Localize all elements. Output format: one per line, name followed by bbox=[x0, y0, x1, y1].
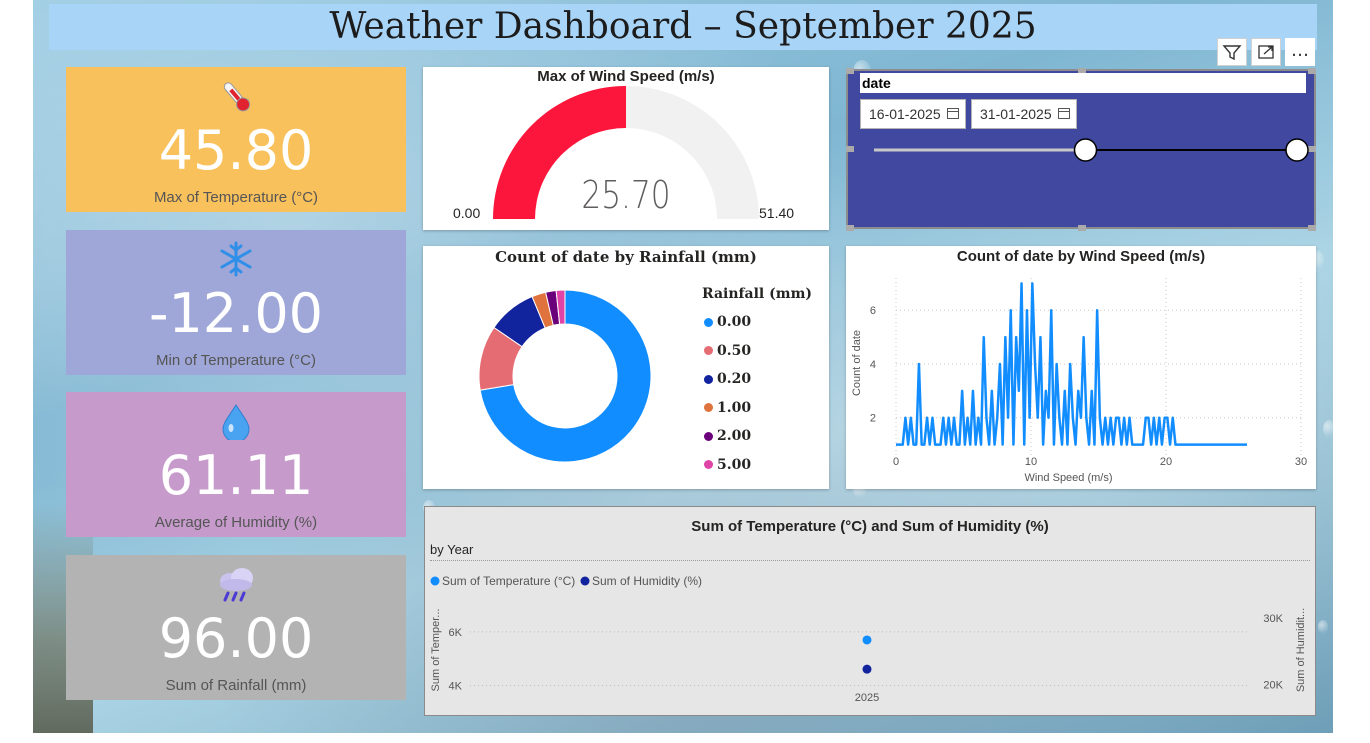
calendar-icon[interactable] bbox=[947, 108, 959, 119]
legend-label: 5.00 bbox=[717, 456, 752, 473]
y-left-tick-label: 6K bbox=[449, 627, 463, 639]
focus-mode-icon bbox=[1258, 45, 1274, 59]
legend-label: 0.20 bbox=[717, 371, 752, 388]
kpi-value: 45.80 bbox=[158, 119, 314, 182]
legend-label[interactable]: Sum of Humidity (%) bbox=[592, 574, 702, 588]
data-point[interactable] bbox=[862, 635, 872, 645]
x-tick-label: 10 bbox=[1025, 456, 1037, 468]
kpi-card-average-humidity[interactable]: 61.11 Average of Humidity (%) bbox=[66, 392, 406, 537]
legend-marker bbox=[580, 576, 590, 586]
legend-marker bbox=[704, 460, 713, 470]
legend-label: 1.00 bbox=[717, 399, 752, 416]
donut-legend-title: Rainfall (mm) bbox=[702, 286, 813, 302]
y-right-axis-label: Sum of Humidit... bbox=[1295, 608, 1307, 692]
kpi-value: 61.11 bbox=[158, 444, 314, 507]
gauge-max-label: 51.40 bbox=[759, 205, 795, 221]
kpi-value: -12.00 bbox=[148, 282, 324, 345]
slicer-title: date bbox=[860, 73, 1306, 93]
combo-temperature-humidity-chart[interactable]: Sum of Temperature (°C) and Sum of Humid… bbox=[424, 506, 1316, 716]
legend-item[interactable]: 0.20 bbox=[704, 365, 751, 394]
legend-label[interactable]: Sum of Temperature (°C) bbox=[442, 574, 575, 588]
y-left-axis-label: Sum of Temper... bbox=[430, 609, 442, 692]
x-axis-label: Wind Speed (m/s) bbox=[1024, 472, 1112, 484]
legend-marker bbox=[704, 317, 713, 327]
filter-button[interactable] bbox=[1217, 38, 1247, 66]
legend-item[interactable]: 0.50 bbox=[704, 337, 751, 366]
line-svg: 2 4 6 0 10 20 30 Wind Speed (m/s) Count of date bbox=[851, 278, 1307, 484]
kpi-card-max-temperature[interactable]: 45.80 Max of Temperature (°C) bbox=[66, 67, 406, 212]
donut-rainfall-chart[interactable]: Count of date by Rainfall (mm) Rainfall … bbox=[423, 246, 829, 489]
snowflake-icon bbox=[66, 240, 406, 278]
kpi-card-sum-rainfall[interactable]: 96.00 Sum of Rainfall (mm) bbox=[66, 555, 406, 700]
focus-mode-button[interactable] bbox=[1251, 38, 1281, 66]
calendar-icon[interactable] bbox=[1058, 108, 1070, 119]
filter-icon bbox=[1222, 45, 1242, 61]
legend-item[interactable]: 5.00 bbox=[704, 451, 751, 480]
x-tick-label: 30 bbox=[1295, 456, 1307, 468]
data-point[interactable] bbox=[862, 664, 872, 674]
y-axis-label: Count of date bbox=[851, 330, 863, 396]
legend-label: 2.00 bbox=[717, 428, 752, 445]
legend-label: 0.00 bbox=[717, 314, 752, 331]
date-slicer[interactable]: date 16-01-2025 31-01-2025 bbox=[846, 68, 1316, 231]
more-options-button[interactable]: … bbox=[1285, 38, 1315, 66]
gauge-value: 25.70 bbox=[581, 173, 671, 217]
y-right-tick-label: 30K bbox=[1263, 613, 1283, 625]
y-right-tick-label: 20K bbox=[1263, 679, 1283, 691]
legend-marker bbox=[704, 346, 713, 356]
date-range-slider[interactable] bbox=[848, 131, 1314, 171]
rain-cloud-icon bbox=[66, 565, 406, 603]
x-tick-label: 2025 bbox=[855, 692, 879, 704]
line-wind-speed-chart[interactable]: Count of date by Wind Speed (m/s) 2 4 6 0 10… bbox=[846, 246, 1316, 489]
kpi-value: 96.00 bbox=[158, 607, 314, 670]
y-tick-label: 4 bbox=[870, 359, 876, 371]
y-left-tick-label: 4K bbox=[449, 681, 463, 693]
end-date-input[interactable]: 31-01-2025 bbox=[971, 99, 1077, 129]
donut-svg bbox=[478, 289, 652, 463]
legend-item[interactable]: 1.00 bbox=[704, 394, 751, 423]
y-tick-label: 6 bbox=[870, 305, 876, 317]
end-date-value: 31-01-2025 bbox=[980, 106, 1052, 122]
kpi-card-min-temperature[interactable]: -12.00 Min of Temperature (°C) bbox=[66, 230, 406, 375]
legend-label: 0.50 bbox=[717, 342, 752, 359]
gauge-min-label: 0.00 bbox=[453, 205, 481, 221]
start-date-value: 16-01-2025 bbox=[869, 106, 941, 122]
donut-legend: 0.00 0.50 0.20 1.00 2.00 5.00 bbox=[704, 308, 751, 479]
thermometer-icon bbox=[66, 77, 406, 115]
gauge-max-wind-speed[interactable]: Max of Wind Speed (m/s) 25.70 0.00 51.40 bbox=[423, 67, 829, 230]
droplet-icon bbox=[66, 402, 406, 443]
slider-end-handle[interactable] bbox=[1285, 138, 1309, 162]
dashboard-title: Weather Dashboard – September 2025 bbox=[49, 4, 1317, 50]
combo-svg: Sum of Temperature (°C) Sum of Humidity (… bbox=[430, 574, 1307, 704]
x-tick-label: 20 bbox=[1160, 456, 1172, 468]
slider-start-handle[interactable] bbox=[1073, 138, 1098, 162]
legend-marker bbox=[704, 431, 713, 441]
start-date-input[interactable]: 16-01-2025 bbox=[860, 99, 966, 129]
kpi-label: Min of Temperature (°C) bbox=[156, 352, 316, 369]
legend-marker bbox=[704, 374, 713, 384]
legend-item[interactable]: 2.00 bbox=[704, 422, 751, 451]
kpi-label: Average of Humidity (%) bbox=[154, 514, 318, 531]
legend-item[interactable]: 0.00 bbox=[704, 308, 751, 337]
kpi-label: Sum of Rainfall (mm) bbox=[165, 677, 307, 694]
kpi-label: Max of Temperature (°C) bbox=[153, 189, 319, 206]
legend-marker bbox=[430, 576, 440, 586]
y-tick-label: 2 bbox=[870, 413, 876, 425]
legend-marker bbox=[704, 403, 713, 413]
x-tick-label: 0 bbox=[893, 456, 899, 468]
more-options-icon: … bbox=[1291, 40, 1309, 61]
